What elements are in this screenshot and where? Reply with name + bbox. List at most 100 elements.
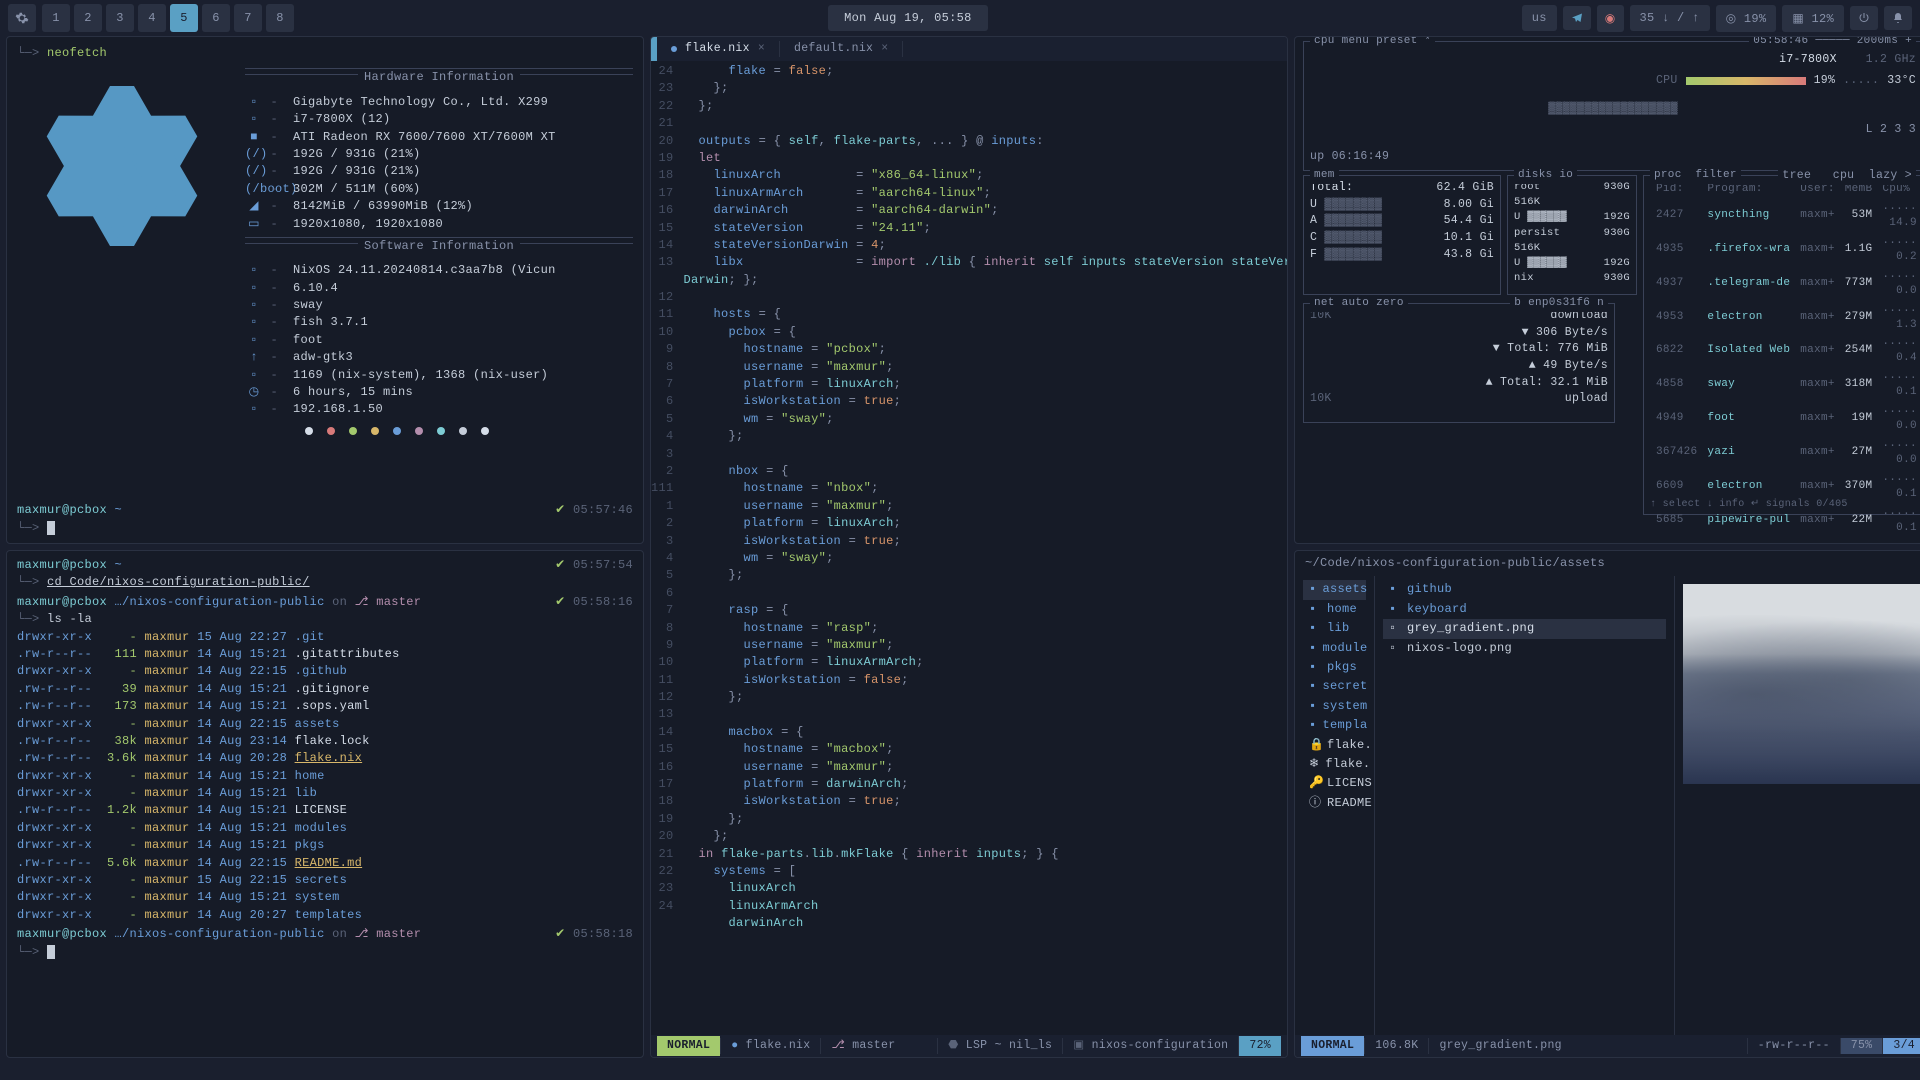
- process-table[interactable]: Pid:Program:User:MemBCpu%2427syncthingma…: [1650, 180, 1920, 544]
- folder-icon: ▪: [1309, 698, 1317, 715]
- code-area[interactable]: flake = false; }; }; outputs = { self, f…: [684, 63, 1287, 1057]
- power-button[interactable]: [1850, 6, 1878, 30]
- process-row[interactable]: 4949footmaxm+19M..... 0.0: [1652, 403, 1920, 435]
- file-row[interactable]: ▪lib: [1303, 619, 1366, 638]
- nixos-logo: [17, 66, 227, 434]
- bell-icon: [1892, 12, 1904, 24]
- terminal-ls[interactable]: maxmur@pcbox ~ ✔ 05:57:54 └─> cd Code/ni…: [6, 550, 644, 1058]
- memory-usage[interactable]: ▦ 12%: [1782, 5, 1844, 32]
- folder-icon: ▪: [1309, 601, 1321, 618]
- ls-row: .rw-r--r-- 111 maxmur 14 Aug 15:21 .gita…: [17, 646, 633, 663]
- workspace-3[interactable]: 3: [106, 4, 134, 32]
- file-icon: ▫: [1389, 640, 1401, 657]
- close-icon[interactable]: ×: [758, 41, 765, 58]
- topbar: 12345678 Mon Aug 19, 05:58 us ◉ 35 ↓ / ↑…: [0, 0, 1920, 36]
- info-row: (/) - 192G / 931G (21%): [245, 163, 633, 180]
- yazi-current-column[interactable]: ▪github▪keyboard▫grey_gradient.png▫nixos…: [1375, 576, 1675, 1057]
- workspace-2[interactable]: 2: [74, 4, 102, 32]
- yazi-parent-column[interactable]: ▪assets▪home▪lib▪module▪pkgs▪secret▪syst…: [1295, 576, 1375, 1057]
- process-row[interactable]: 4935.firefox-wramaxm+1.1G..... 0.2: [1652, 234, 1920, 266]
- network-speed[interactable]: 35 ↓ / ↑: [1630, 5, 1710, 31]
- info-row: ■ - ATI Radeon RX 7600/7600 XT/7600M XT: [245, 129, 633, 146]
- tab-default.nix[interactable]: default.nix×: [780, 41, 903, 58]
- process-row[interactable]: 367426yazimaxm+27M..... 0.0: [1652, 437, 1920, 469]
- workspace-1[interactable]: 1: [42, 4, 70, 32]
- ls-row: .rw-r--r-- 1.2k maxmur 14 Aug 15:21 LICE…: [17, 802, 633, 819]
- workspace-7[interactable]: 7: [234, 4, 262, 32]
- process-row[interactable]: 6822Isolated Webmaxm+254M..... 0.4: [1652, 335, 1920, 367]
- line-gutter: 242322212019181716151413 121110987654321…: [651, 63, 684, 1057]
- editor-statusline: NORMAL ● flake.nix ⎇ master ⬣ LSP ~ nil_…: [651, 1035, 1287, 1057]
- close-icon[interactable]: ×: [881, 41, 888, 58]
- file-row[interactable]: ▫grey_gradient.png: [1383, 619, 1666, 638]
- tab-flake.nix[interactable]: flake.nix×: [657, 41, 780, 58]
- ls-row: drwxr-xr-x - maxmur 14 Aug 22:15 .github: [17, 663, 633, 680]
- file-row[interactable]: ▪templa: [1303, 716, 1366, 735]
- file-row[interactable]: ▫nixos-logo.png: [1383, 639, 1666, 658]
- file-row[interactable]: 🔒flake.: [1303, 736, 1366, 755]
- gear-icon: [15, 11, 29, 25]
- info-row: ↑ - adw-gtk3: [245, 349, 633, 366]
- editor-neovim[interactable]: flake.nix×default.nix× 24232221201918171…: [650, 36, 1288, 1058]
- ls-row: drwxr-xr-x - maxmur 14 Aug 15:21 system: [17, 889, 633, 906]
- editor-tabs: flake.nix×default.nix×: [651, 37, 1287, 61]
- process-row[interactable]: 2427syncthingmaxm+53M..... 14.9: [1652, 200, 1920, 232]
- file-row[interactable]: ⓘREADME: [1303, 794, 1366, 813]
- workspace-4[interactable]: 4: [138, 4, 166, 32]
- yazi-path: ~/Code/nixos-configuration-public/assets: [1295, 551, 1920, 576]
- tray-telegram[interactable]: [1563, 6, 1591, 30]
- tray-indicator[interactable]: ◉: [1597, 5, 1624, 32]
- workspace-switcher: 12345678: [42, 4, 294, 32]
- info-row: ▫ - 6.10.4: [245, 280, 633, 297]
- process-row[interactable]: 4953electronmaxm+279M..... 1.3: [1652, 302, 1920, 334]
- notifications-button[interactable]: [1884, 6, 1912, 30]
- btop-proc-box: proc filter tree cpu lazy > Pid:Program:…: [1643, 175, 1920, 515]
- ls-row: .rw-r--r-- 173 maxmur 14 Aug 15:21 .sops…: [17, 698, 633, 715]
- folder-icon: ▪: [1309, 678, 1317, 695]
- file-row[interactable]: ▪assets: [1303, 580, 1366, 599]
- cmd: neofetch: [47, 46, 107, 60]
- file-row[interactable]: ▪secret: [1303, 677, 1366, 696]
- file-row[interactable]: 🔑LICENS: [1303, 774, 1366, 793]
- cpu-usage[interactable]: ◎ 19%: [1716, 5, 1777, 32]
- file-icon: 🔒: [1309, 737, 1321, 754]
- file-row[interactable]: ▪github: [1383, 580, 1666, 599]
- file-row[interactable]: ▪module: [1303, 639, 1366, 658]
- mode-indicator: NORMAL: [657, 1036, 720, 1057]
- ls-row: drwxr-xr-x - maxmur 14 Aug 15:21 pkgs: [17, 837, 633, 854]
- folder-icon: ▪: [1309, 717, 1317, 734]
- process-row[interactable]: 4937.telegram-demaxm+773M..... 0.0: [1652, 268, 1920, 300]
- hw-title: Hardware Information: [358, 70, 520, 84]
- file-row[interactable]: ❄flake.: [1303, 755, 1366, 774]
- info-row: (/boot) - 302M / 511M (60%): [245, 181, 633, 198]
- file-row[interactable]: ▪system: [1303, 697, 1366, 716]
- info-row: ◢ - 8142MiB / 63990MiB (12%): [245, 198, 633, 215]
- btop-mem-box: mem Total:62.4 GiB U ▓▓▓▓▓▓▓▓8.00 GiA ▓▓…: [1303, 175, 1501, 295]
- workspace-6[interactable]: 6: [202, 4, 230, 32]
- workspace-8[interactable]: 8: [266, 4, 294, 32]
- file-icon: 🔑: [1309, 775, 1321, 792]
- workspace-5[interactable]: 5: [170, 4, 198, 32]
- btop-monitor[interactable]: cpu menu preset * 05:58:46 ───── 2000ms …: [1294, 36, 1920, 544]
- process-row[interactable]: 4858swaymaxm+318M..... 0.1: [1652, 369, 1920, 401]
- telegram-icon: [1571, 12, 1583, 24]
- ls-row: drwxr-xr-x - maxmur 14 Aug 15:21 modules: [17, 820, 633, 837]
- yazi-file-manager[interactable]: ~/Code/nixos-configuration-public/assets…: [1294, 550, 1920, 1058]
- keyboard-layout[interactable]: us: [1522, 5, 1557, 31]
- ls-row: .rw-r--r-- 38k maxmur 14 Aug 23:14 flake…: [17, 733, 633, 750]
- folder-icon: ▪: [1309, 640, 1317, 657]
- file-row[interactable]: ▪pkgs: [1303, 658, 1366, 677]
- info-row: ▭ - 1920x1080, 1920x1080: [245, 216, 633, 233]
- file-row[interactable]: ▪keyboard: [1383, 600, 1666, 619]
- process-row[interactable]: 6236WebExtensionmaxm+483M..... 0.0: [1652, 539, 1920, 544]
- info-row: ◷ - 6 hours, 15 mins: [245, 384, 633, 401]
- folder-icon: ▪: [1309, 581, 1317, 598]
- file-icon: ▫: [1389, 620, 1401, 637]
- terminal-neofetch[interactable]: └─> neofetch Hardware Information ▫ - Gi: [6, 36, 644, 544]
- clock[interactable]: Mon Aug 19, 05:58: [828, 5, 988, 31]
- info-row: ▫ - fish 3.7.1: [245, 314, 633, 331]
- settings-button[interactable]: [8, 4, 36, 32]
- info-row: ▫ - NixOS 24.11.20240814.c3aa7b8 (Vicun: [245, 262, 633, 279]
- info-row: ▫ - foot: [245, 332, 633, 349]
- file-row[interactable]: ▪home: [1303, 600, 1366, 619]
